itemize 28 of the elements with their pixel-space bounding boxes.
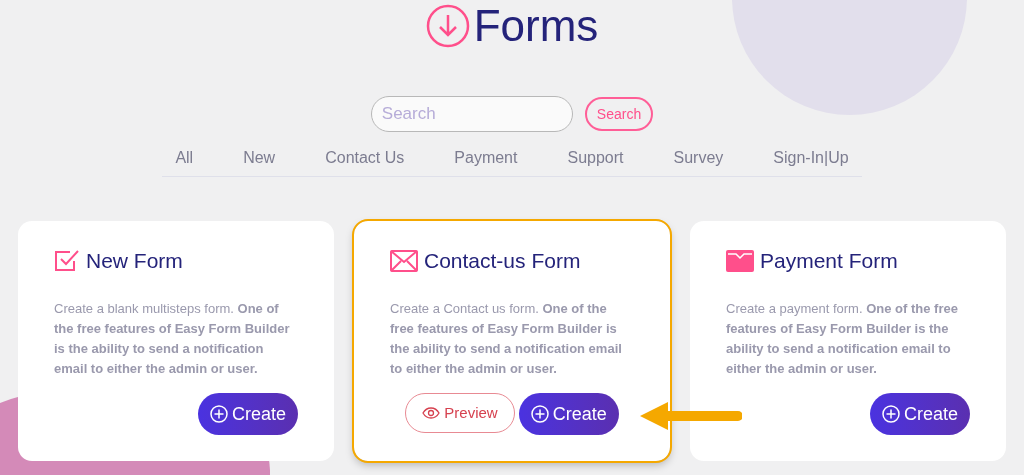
category-tab[interactable]: Sign-In|Up [767,146,855,170]
category-tab[interactable]: Survey [667,146,730,170]
plus-circle-icon [209,405,228,423]
create-button[interactable]: Create [518,393,619,435]
envelope-icon [390,249,418,272]
card-title: Contact-us Form [424,248,581,274]
download-icon [425,4,470,48]
card-description: Create a Contact us form. One of the free features of Easy Form Builder is the ability to send a notification email to either the admin or user. [390,299,623,378]
create-button[interactable]: Create [869,393,970,435]
card-description: Create a blank multisteps form. One of the free features of Easy Form Builder is the ability to send a notification email to either the admin or user. [54,299,291,378]
category-tab[interactable]: Contact Us [319,146,411,170]
page-title: Forms [473,2,599,50]
category-tab[interactable]: Support [561,146,630,170]
search-button[interactable]: Search [584,97,654,131]
plus-circle-icon [881,405,900,423]
card-title: Payment Form [760,248,898,274]
category-tab[interactable]: New [237,146,282,170]
preview-button[interactable]: Preview [405,393,515,433]
wallet-icon [726,249,754,272]
eye-icon [422,407,441,419]
plus-circle-icon [530,405,549,423]
card-title: New Form [86,248,183,274]
card-description: Create a payment form. One of the free features of Easy Form Builder is the ability to send a notification email to either the admin or user. [726,299,959,378]
search-field[interactable]: Search [370,96,573,132]
category-tab[interactable]: Payment [448,146,524,170]
category-tab[interactable]: All [169,146,200,170]
checkbox-icon [54,248,80,273]
create-button[interactable]: Create [197,393,298,435]
